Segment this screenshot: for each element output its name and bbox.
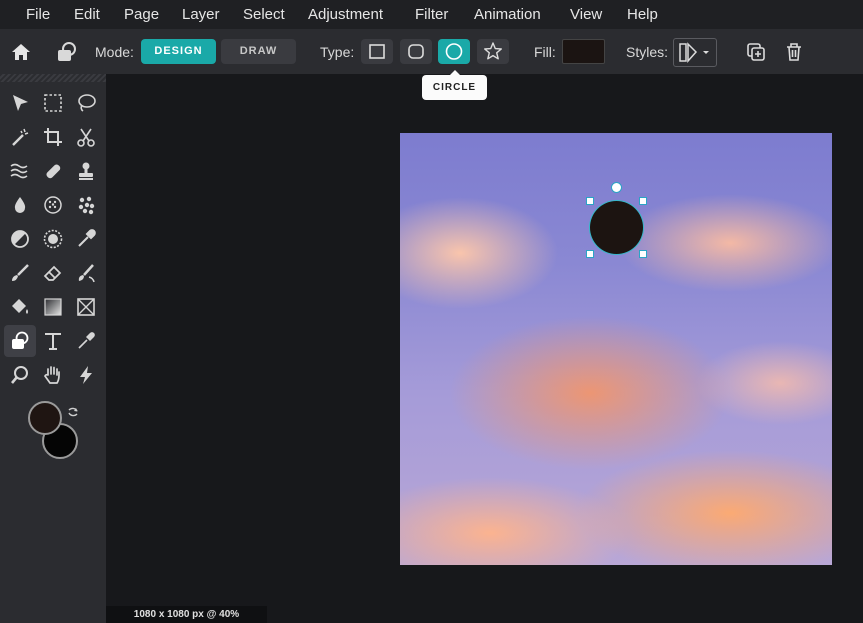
liquify-tool[interactable] bbox=[5, 156, 35, 186]
brush-tool[interactable] bbox=[5, 258, 35, 288]
contrast-icon bbox=[11, 230, 29, 248]
bucket-icon bbox=[12, 299, 28, 314]
menu-bar: File Edit Page Layer Select Adjustment F… bbox=[0, 0, 863, 29]
eyedropper-icon bbox=[78, 332, 95, 349]
menu-filter[interactable]: Filter bbox=[415, 0, 448, 29]
placeholder-icon bbox=[77, 298, 95, 316]
eraser-icon bbox=[43, 265, 62, 281]
eyedropper-pen-tool[interactable] bbox=[71, 224, 101, 254]
color-adjust-tool[interactable] bbox=[38, 224, 68, 254]
swap-colors-icon[interactable] bbox=[66, 405, 80, 419]
sponge-tool[interactable] bbox=[38, 190, 68, 220]
type-label: Type: bbox=[320, 44, 355, 60]
trash-icon[interactable] bbox=[783, 41, 805, 63]
contrast-tool[interactable] bbox=[5, 224, 35, 254]
mode-draw-button[interactable]: DRAW bbox=[221, 39, 296, 64]
clone-stamp-tool[interactable] bbox=[71, 156, 101, 186]
circle-tooltip: CIRCLE bbox=[422, 70, 487, 100]
scissors-icon bbox=[77, 128, 95, 147]
star-icon bbox=[484, 42, 502, 60]
text-tool[interactable] bbox=[38, 326, 68, 356]
drop-icon bbox=[14, 197, 26, 213]
dodge-burn-tool[interactable] bbox=[71, 190, 101, 220]
eraser-tool[interactable] bbox=[38, 258, 68, 288]
placeholder-tool[interactable] bbox=[71, 292, 101, 322]
sidebar-grip bbox=[0, 74, 106, 82]
foreground-color-swatch[interactable] bbox=[28, 401, 62, 435]
menu-select[interactable]: Select bbox=[243, 0, 285, 29]
circle-shape[interactable] bbox=[590, 201, 643, 254]
rounded-rectangle-icon bbox=[408, 44, 424, 59]
heal-tool[interactable] bbox=[38, 156, 68, 186]
type-rectangle-button[interactable] bbox=[361, 39, 393, 64]
styles-dropdown[interactable] bbox=[673, 38, 717, 67]
stamp-icon bbox=[79, 162, 93, 180]
gradient-tool[interactable] bbox=[38, 292, 68, 322]
resize-handle-top-left[interactable] bbox=[586, 197, 594, 205]
crop-tool[interactable] bbox=[38, 122, 68, 152]
lightning-icon bbox=[80, 366, 92, 384]
mode-label: Mode: bbox=[95, 44, 134, 60]
text-icon bbox=[45, 333, 61, 350]
menu-view[interactable]: View bbox=[570, 0, 602, 29]
menu-animation[interactable]: Animation bbox=[474, 0, 541, 29]
magnifier-icon bbox=[11, 366, 28, 384]
sponge-icon bbox=[44, 196, 62, 214]
gradient-icon bbox=[44, 298, 62, 316]
styles-label: Styles: bbox=[626, 44, 669, 60]
marquee-tool[interactable] bbox=[38, 88, 68, 118]
cut-tool[interactable] bbox=[71, 122, 101, 152]
canvas-size-status: 1080 x 1080 px @ 40% bbox=[106, 606, 267, 623]
arrow-cursor-icon bbox=[13, 95, 28, 111]
fill-color-swatch[interactable] bbox=[562, 39, 605, 64]
brush-icon bbox=[12, 264, 29, 281]
hand-tool[interactable] bbox=[38, 360, 68, 390]
lasso-icon bbox=[78, 94, 96, 112]
magic-wand-icon bbox=[12, 128, 29, 146]
auto-enhance-tool[interactable] bbox=[71, 360, 101, 390]
resize-handle-bottom-right[interactable] bbox=[639, 250, 647, 258]
resize-handle-top-right[interactable] bbox=[639, 197, 647, 205]
type-rounded-rectangle-button[interactable] bbox=[400, 39, 432, 64]
blur-tool[interactable] bbox=[5, 190, 35, 220]
pipette-icon bbox=[78, 229, 96, 247]
menu-layer[interactable]: Layer bbox=[182, 0, 220, 29]
smudge-tool[interactable] bbox=[71, 258, 101, 288]
crop-icon bbox=[44, 128, 62, 146]
sky-clouds-image[interactable] bbox=[400, 133, 832, 565]
bucket-fill-tool[interactable] bbox=[5, 292, 35, 322]
menu-help[interactable]: Help bbox=[627, 0, 658, 29]
color-picker-tool[interactable] bbox=[71, 326, 101, 356]
menu-page[interactable]: Page bbox=[124, 0, 159, 29]
move-tool[interactable] bbox=[5, 88, 35, 118]
home-icon[interactable] bbox=[10, 41, 32, 63]
menu-adjustment[interactable]: Adjustment bbox=[308, 0, 383, 29]
sun-icon bbox=[43, 229, 63, 249]
resize-handle-bottom-left[interactable] bbox=[586, 250, 594, 258]
duplicate-icon[interactable] bbox=[745, 41, 767, 63]
rectangle-icon bbox=[369, 44, 385, 59]
type-circle-button[interactable] bbox=[438, 39, 470, 64]
mode-design-button[interactable]: DESIGN bbox=[141, 39, 216, 64]
shape-tool-icon bbox=[55, 40, 79, 64]
hand-icon bbox=[44, 366, 60, 384]
type-star-button[interactable] bbox=[477, 39, 509, 64]
dots-icon bbox=[78, 196, 95, 215]
magic-wand-tool[interactable] bbox=[5, 122, 35, 152]
zoom-tool[interactable] bbox=[5, 360, 35, 390]
waves-icon bbox=[10, 163, 28, 179]
rotate-handle[interactable] bbox=[611, 182, 622, 193]
circle-icon bbox=[445, 43, 463, 60]
marquee-icon bbox=[44, 94, 62, 112]
bandage-icon bbox=[46, 164, 61, 179]
menu-file[interactable]: File bbox=[26, 0, 50, 29]
lasso-tool[interactable] bbox=[71, 88, 101, 118]
fill-label: Fill: bbox=[534, 44, 556, 60]
shape-tool[interactable] bbox=[4, 325, 36, 357]
menu-edit[interactable]: Edit bbox=[74, 0, 100, 29]
shape-icon bbox=[12, 331, 29, 349]
styles-icon bbox=[679, 42, 709, 63]
smudge-icon bbox=[78, 264, 95, 283]
